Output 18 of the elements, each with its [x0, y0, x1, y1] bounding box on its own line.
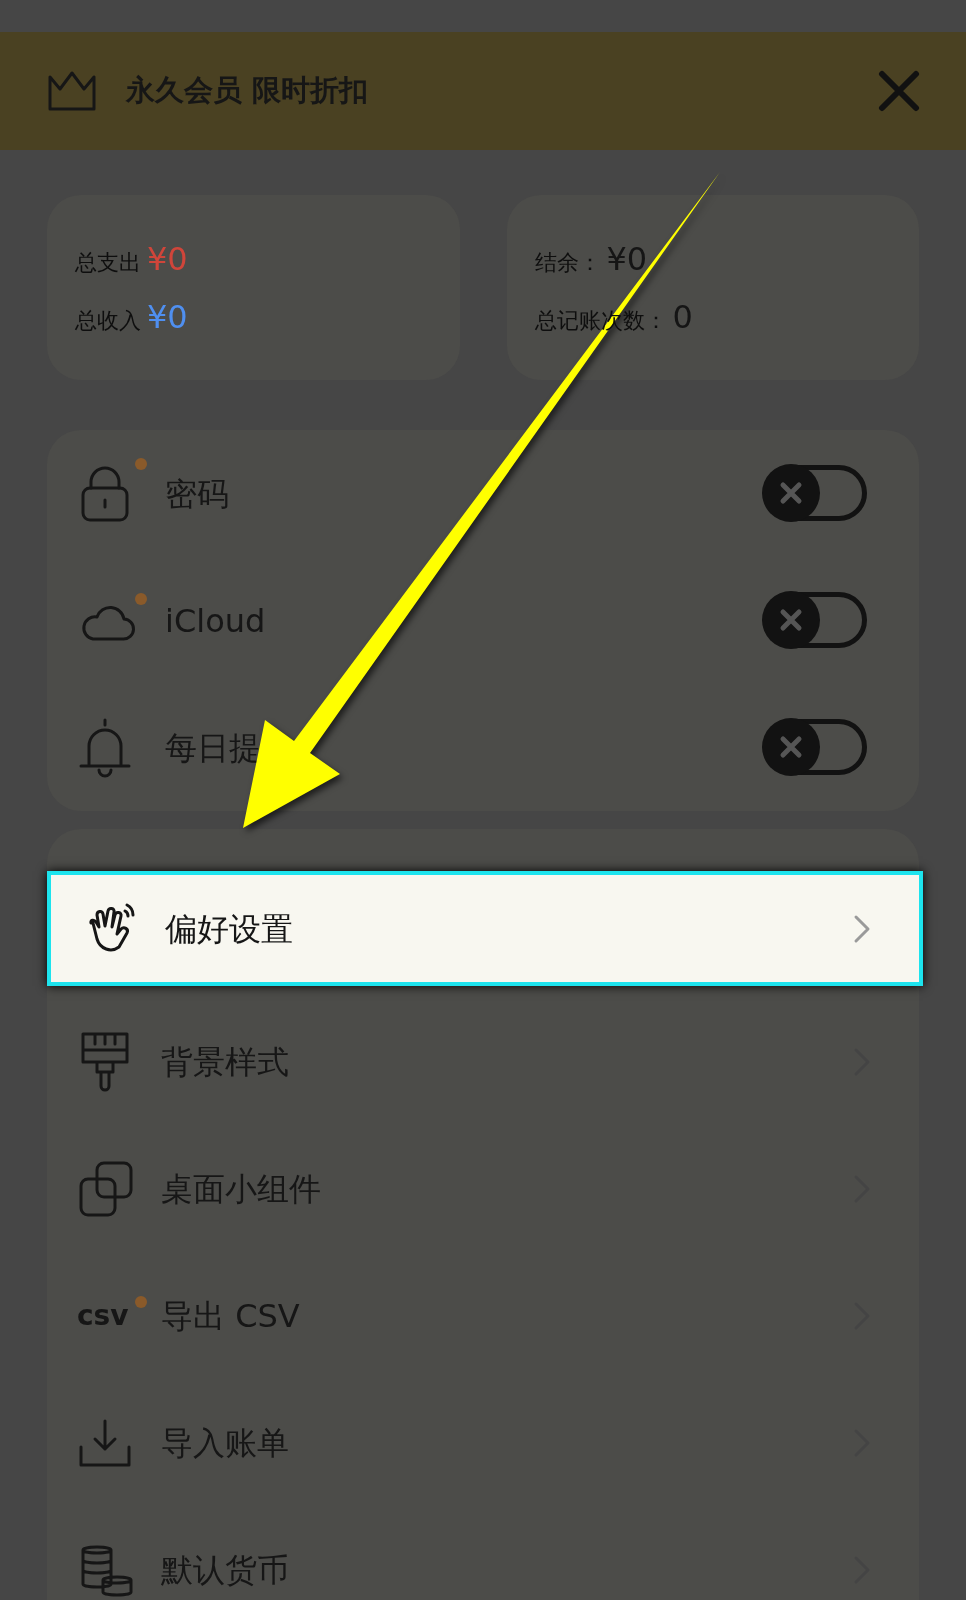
stat-label: 结余：	[534, 248, 601, 277]
stat-value: ¥0	[147, 296, 188, 338]
toggle-switch[interactable]	[763, 718, 867, 775]
toggle-switch[interactable]	[763, 464, 867, 521]
chevron-icon	[853, 913, 871, 944]
stat-value: ¥0	[606, 238, 648, 280]
stat-label: 总支出	[75, 248, 141, 277]
menu-item[interactable]: 偏好设置	[47, 871, 923, 986]
crown-icon	[46, 69, 98, 113]
stat-label: 总收入	[75, 306, 141, 335]
menu-label: 偏好设置	[165, 908, 293, 950]
close-button[interactable]	[878, 70, 920, 112]
stat-value: ¥0	[147, 238, 188, 280]
x-icon	[778, 606, 804, 633]
x-icon	[778, 733, 804, 760]
stat-value: 0	[672, 296, 693, 338]
toggle-switch[interactable]	[763, 591, 867, 648]
x-icon	[778, 479, 804, 506]
